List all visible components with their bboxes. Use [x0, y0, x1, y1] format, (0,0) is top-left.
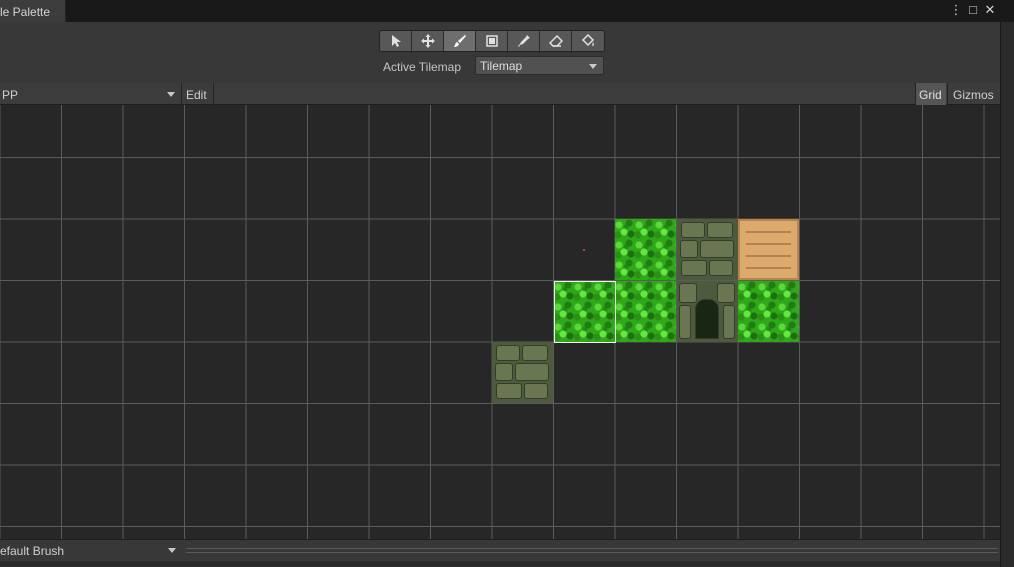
paint-bucket-icon	[581, 34, 595, 47]
stone-pillar-tile[interactable]	[677, 219, 738, 280]
brush-dropdown[interactable]: efault Brush	[0, 540, 182, 562]
stone-block-tile[interactable]	[492, 342, 553, 403]
grass-tile[interactable]	[615, 281, 676, 342]
grass-tile[interactable]	[738, 281, 799, 342]
bottom-strip	[0, 561, 1000, 567]
paint-tool-button[interactable]	[444, 31, 476, 51]
tab-tile-palette[interactable]: le Palette	[0, 0, 66, 22]
eyedropper-icon	[517, 35, 530, 47]
palette-name: PP	[2, 88, 19, 102]
edit-button[interactable]: Edit	[183, 83, 214, 105]
chevron-down-icon	[167, 92, 175, 97]
grass-tile[interactable]	[615, 219, 676, 280]
box-fill-icon	[485, 35, 498, 47]
palette-dropdown[interactable]: PP	[0, 83, 182, 105]
erase-tool-button[interactable]	[540, 31, 572, 51]
maximize-icon[interactable]: □	[966, 2, 980, 18]
move-icon	[420, 34, 435, 48]
select-arrow-icon	[391, 35, 401, 47]
tool-strip	[379, 30, 605, 52]
right-scroll-strip	[1000, 22, 1014, 567]
chevron-down-icon	[168, 548, 176, 553]
cursor-marker	[583, 249, 585, 251]
grid-toggle-button[interactable]: Grid	[915, 83, 946, 105]
more-menu-icon[interactable]: ⋮	[949, 2, 963, 18]
tool-area: Active Tilemap Tilemap	[0, 22, 1000, 83]
select-tool-button[interactable]	[380, 31, 412, 51]
paintbrush-icon	[453, 35, 466, 47]
fill-tool-button[interactable]	[572, 31, 604, 51]
crate-tile[interactable]	[738, 219, 799, 280]
active-tilemap-label: Active Tilemap	[383, 60, 462, 74]
selected-tile-highlight	[554, 281, 616, 343]
move-tool-button[interactable]	[412, 31, 444, 51]
active-tilemap-dropdown[interactable]: Tilemap	[475, 56, 604, 75]
tile-palette-grid[interactable]	[0, 105, 1000, 539]
active-tilemap-value: Tilemap	[480, 59, 523, 73]
chevron-down-icon	[589, 64, 597, 69]
window-tab-bar: le Palette ⋮ □ ✕	[0, 0, 1014, 22]
panel-splitter-handle[interactable]	[186, 548, 998, 553]
stone-door-tile[interactable]	[677, 281, 738, 342]
close-icon[interactable]: ✕	[983, 2, 997, 18]
eraser-icon	[548, 34, 563, 47]
gizmos-toggle-button[interactable]: Gizmos	[947, 83, 1000, 105]
box-fill-tool-button[interactable]	[476, 31, 508, 51]
brush-name: efault Brush	[0, 544, 65, 558]
picker-tool-button[interactable]	[508, 31, 540, 51]
palette-bar: PP Edit Grid Gizmos	[0, 83, 1000, 105]
brush-bar: efault Brush	[0, 539, 1000, 561]
